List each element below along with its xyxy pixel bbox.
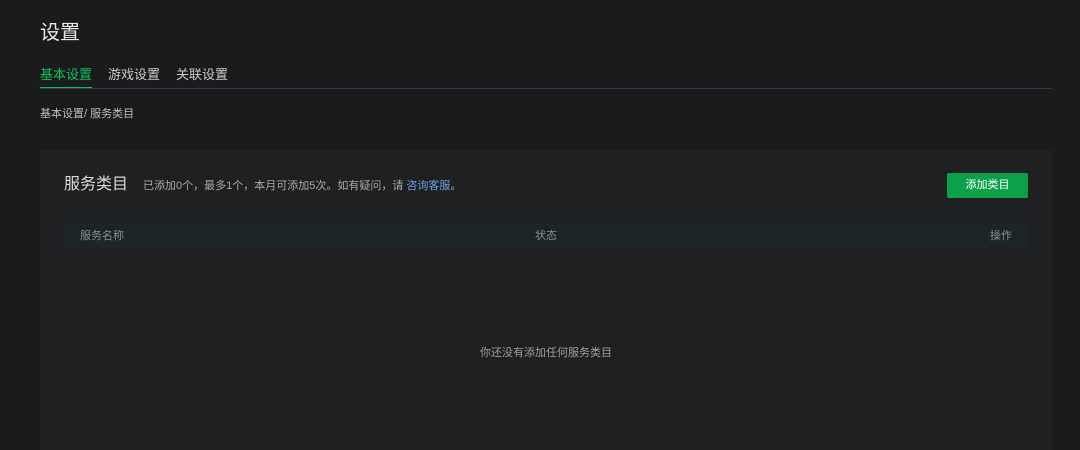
card-title: 服务类目 [64, 176, 129, 193]
tab-basic-settings[interactable]: 基本设置 [40, 65, 93, 89]
table-header: 服务名称 状态 操作 [64, 222, 1028, 250]
column-header-status: 状态 [535, 230, 557, 242]
tabs-divider [40, 88, 1052, 89]
info-suffix: 。 [450, 180, 462, 192]
empty-state-text: 你还没有添加任何服务类目 [480, 347, 612, 359]
info-prefix: 已添加0个，最多1个，本月可添加5次。如有疑问，请 [143, 180, 407, 192]
contact-support-link[interactable]: 咨询客服 [406, 180, 450, 192]
column-header-actions: 操作 [990, 230, 1012, 242]
card-info-text: 已添加0个，最多1个，本月可添加5次。如有疑问，请 咨询客服。 [143, 179, 461, 193]
tab-game-settings[interactable]: 游戏设置 [108, 65, 160, 89]
page-title: 设置 [40, 22, 80, 44]
breadcrumb: 基本设置/ 服务类目 [40, 108, 135, 120]
add-category-button[interactable]: 添加类目 [947, 173, 1028, 198]
settings-tabs: 基本设置 游戏设置 关联设置 [40, 65, 228, 89]
service-category-card: 服务类目 已添加0个，最多1个，本月可添加5次。如有疑问，请 咨询客服。 添加类… [40, 150, 1052, 450]
tab-linked-settings[interactable]: 关联设置 [176, 65, 228, 89]
